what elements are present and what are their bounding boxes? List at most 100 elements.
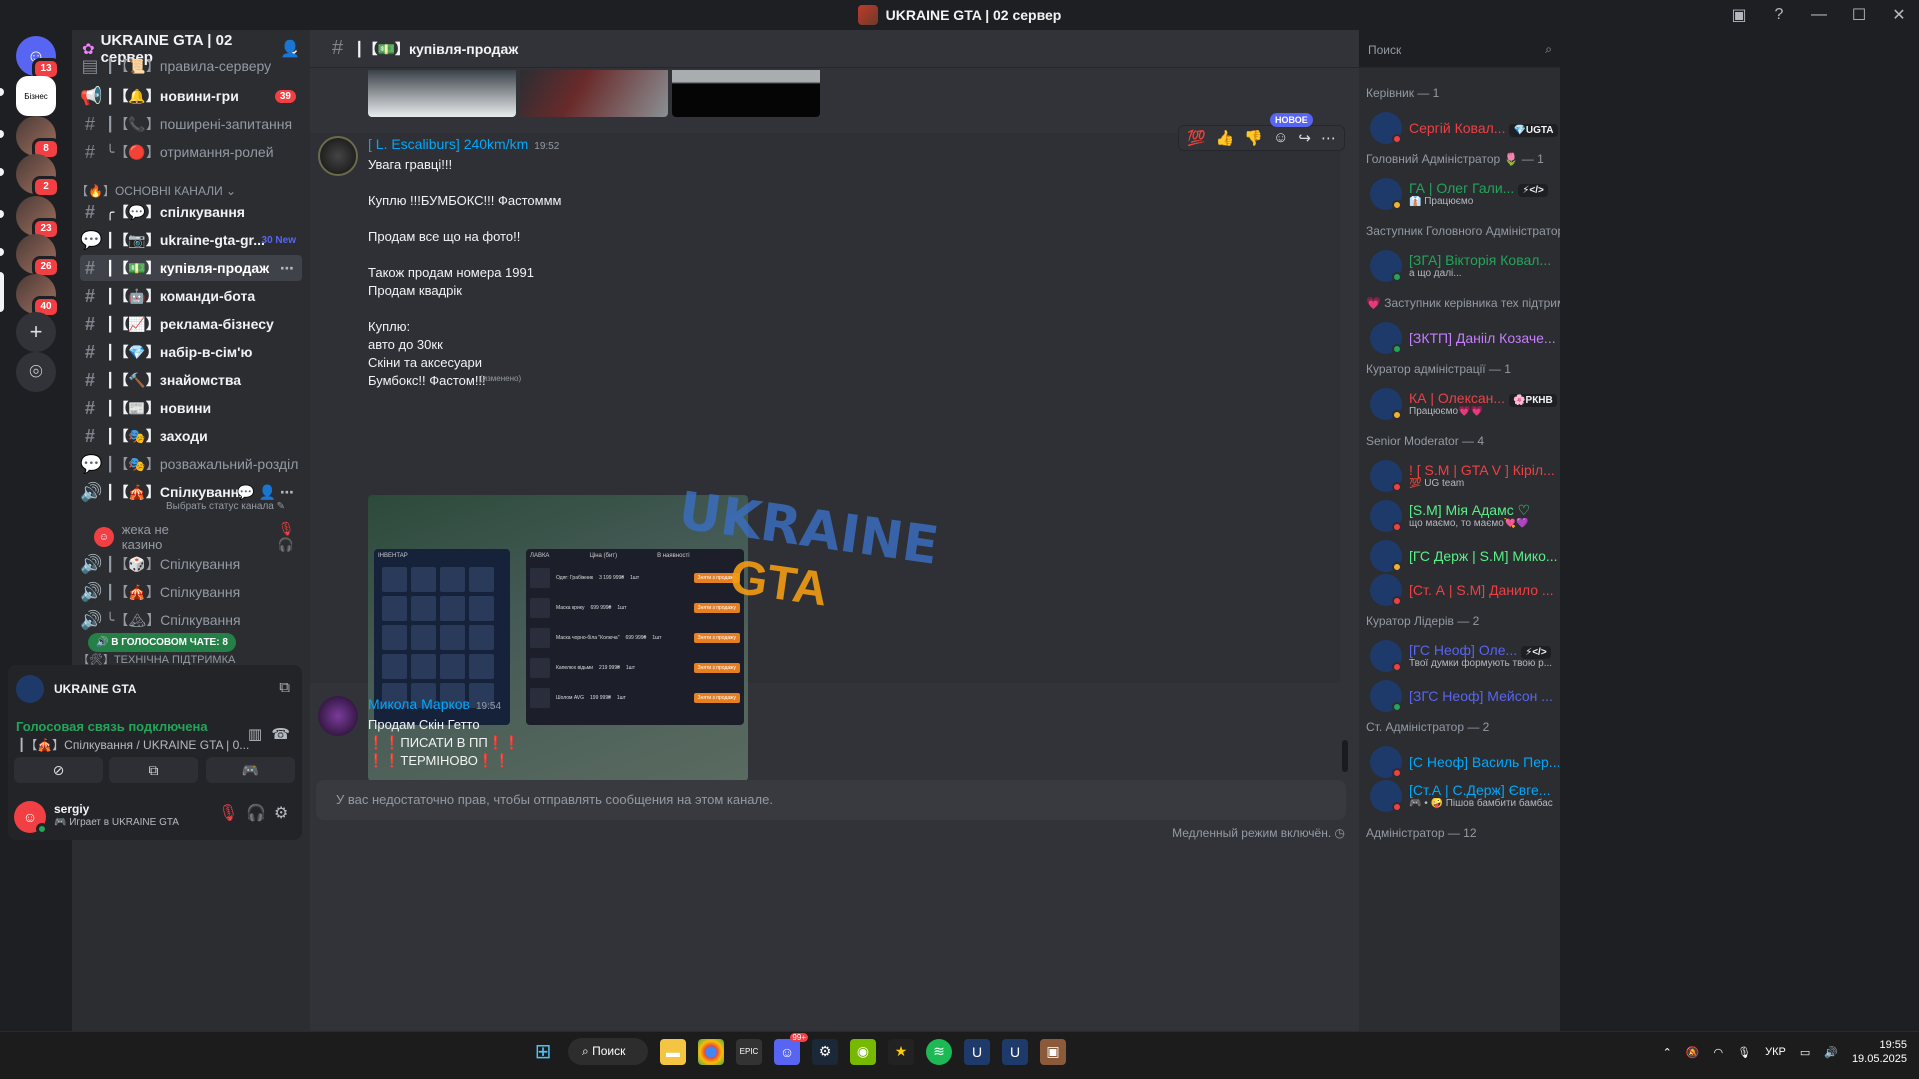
avatar[interactable]	[318, 136, 358, 176]
channel-status[interactable]: Выбрать статус канала ✎	[166, 501, 285, 512]
epic-games-icon[interactable]: EPIC	[736, 1038, 762, 1065]
emoji-icon[interactable]: ☺	[1273, 129, 1288, 147]
clock[interactable]: 19:55 19.05.2025	[1852, 1038, 1907, 1066]
server-icon-4[interactable]: 26	[16, 234, 60, 278]
image-thumb[interactable]	[672, 70, 820, 117]
member-item[interactable]: [ЗГС Неоф] Мейсон ...	[1366, 676, 1558, 716]
home-button[interactable]: ☺ 13	[16, 36, 60, 80]
thumbs-up-icon[interactable]: 👍	[1216, 129, 1235, 147]
channel-item[interactable]: 💬 ┃【📷】ukraine-gta-gr... 30 New	[80, 227, 302, 253]
member-item[interactable]: КА | Олексан... 🌸РКНВ Працюємо💗💗	[1366, 384, 1558, 424]
channel-item[interactable]: # ┃【🔨】знайомства	[80, 367, 302, 393]
language-indicator[interactable]: УКР	[1765, 1046, 1786, 1058]
more-icon[interactable]: ⋯	[1321, 129, 1336, 147]
boost-icon: ✿	[82, 41, 95, 58]
member-status-text: 💯 UG team	[1409, 478, 1465, 489]
camera-button[interactable]: ⊘	[14, 757, 103, 783]
help-icon[interactable]: ?	[1759, 6, 1799, 24]
taskbar-search[interactable]: ⌕ Поиск	[568, 1038, 648, 1065]
author-name[interactable]: [ L. Escaliburs] 240km/km 19:52	[368, 136, 559, 152]
discover-icon[interactable]: ⌾	[16, 352, 56, 392]
discord-icon[interactable]: ☺ 99+	[774, 1032, 808, 1065]
connection-status[interactable]: Голосовая связь подключена	[16, 719, 208, 734]
server-icon-active[interactable]: 40	[16, 274, 60, 318]
spotify-icon[interactable]: ≋	[926, 1038, 952, 1065]
minimize-button[interactable]: —	[1799, 6, 1839, 24]
invite-icon[interactable]: 👤	[280, 39, 300, 59]
member-item[interactable]: ГА | Олег Гали... ⚡</> 👔 Працюємо	[1366, 174, 1558, 214]
voice-chat-chip[interactable]: 🔊 В ГОЛОСОВОМ ЧАТЕ: 8	[88, 633, 236, 652]
steam-icon[interactable]: ⚙	[812, 1038, 838, 1065]
server-biznes[interactable]: Бізнес	[16, 76, 56, 116]
image-thumb[interactable]	[368, 70, 516, 117]
voice-channel[interactable]: 🔊 ┃【🎪】Спілкування	[80, 579, 302, 605]
reaction-100-icon[interactable]: 💯	[1187, 129, 1206, 147]
explorer-icon[interactable]: ▬	[660, 1038, 686, 1065]
voice-channel[interactable]: 🔊 ┃【🎲】Спілкування	[80, 551, 302, 577]
screen-icon[interactable]: ⧉	[279, 679, 290, 696]
tray-arrow-icon[interactable]: ⌃	[1663, 1046, 1672, 1059]
member-item[interactable]: ! [ S.M | GTA V ] Кіріл... 💯 UG team	[1366, 456, 1558, 496]
channel-item[interactable]: # ┃【🎭】заходи	[80, 423, 302, 449]
channel-item[interactable]: # ┃【🤖】команди-бота	[80, 283, 302, 309]
author-name[interactable]: Микола Марков 19:54	[368, 696, 501, 712]
screenshare-button[interactable]: ⧉	[109, 757, 198, 783]
connection-location[interactable]: ┃【🎪】Спілкування / UKRAINE GTA | 0...	[18, 736, 249, 753]
mic-icon[interactable]: 🎙	[1737, 1046, 1751, 1059]
soundboard-icon[interactable]: ▥	[248, 725, 262, 743]
rockstar-icon[interactable]: ★	[888, 1038, 914, 1065]
ugta-launcher-icon[interactable]: U	[1002, 1038, 1028, 1065]
add-server-button[interactable]: +	[16, 312, 56, 352]
server-icon-1[interactable]: 8	[16, 116, 60, 160]
start-button[interactable]: ⊞	[530, 1039, 556, 1065]
thumbs-down-icon[interactable]: 👎	[1244, 129, 1263, 147]
disconnect-icon[interactable]: ☎	[271, 725, 290, 743]
channel-item[interactable]: 💬 ┃【🎭】розважальний-розділ	[80, 451, 302, 477]
member-item[interactable]: Сергій Ковал... 💎UGTA	[1366, 108, 1558, 148]
maximize-button[interactable]: ☐	[1839, 5, 1879, 25]
inbox-icon[interactable]: ▣	[1719, 5, 1759, 25]
reply-icon[interactable]: ↪	[1298, 129, 1311, 147]
settings-gear-icon[interactable]: ⚙	[274, 803, 288, 823]
member-item[interactable]: [Ст.А | С.Держ] Євге... 🎮 • 🤪 Пішов бамби…	[1366, 776, 1558, 816]
member-item[interactable]: [ЗГА] Вікторія Ковал... а що далі...	[1366, 246, 1558, 286]
member-item[interactable]: [ГС Неоф] Оле... ⚡</> Твої думки формують …	[1366, 636, 1558, 676]
notifications-off-icon[interactable]: 🔕	[1686, 1046, 1700, 1059]
category-header[interactable]: 【🔥】ОСНОВНІ КАНАЛИ ⌄	[76, 182, 236, 199]
voice-channel-actions[interactable]: 💬 👤 ⋯	[237, 484, 294, 501]
chrome-icon[interactable]	[698, 1038, 724, 1065]
channel-item[interactable]: # ┃【💎】набір-в-сім'ю	[80, 339, 302, 365]
channel-item[interactable]: ▤ ┃【📜】правила-серверу	[80, 58, 302, 74]
voice-channel[interactable]: 🔊 ╰【🏔】Спілкування	[80, 607, 302, 633]
avatar[interactable]	[318, 696, 358, 736]
channel-item[interactable]: # ╭【💬】спілкування	[80, 199, 302, 225]
member-item[interactable]: [Ст. А | S.M] Данило ...	[1366, 570, 1558, 610]
server-icon-3[interactable]: 23	[16, 196, 60, 240]
member-role-header: Головний Адміністратор 🌷 — 1	[1366, 152, 1544, 166]
image-thumb[interactable]	[520, 70, 668, 117]
username[interactable]: sergiy	[54, 802, 89, 816]
channel-item[interactable]: # ┃【📰】новини	[80, 395, 302, 421]
volume-icon[interactable]: 🔊	[1824, 1046, 1838, 1059]
member-item[interactable]: [ЗКТП] Данііл Козаче...	[1366, 318, 1558, 358]
more-icon[interactable]: ⋯	[280, 260, 294, 277]
voice-user[interactable]: ☺ жека не казино 🎙🎧	[94, 521, 310, 553]
mute-icon[interactable]: 🎙	[218, 803, 238, 823]
server-icon-2[interactable]: 2	[16, 154, 60, 198]
channel-item[interactable]: # ┃【📈】реклама-бізнесу	[80, 311, 302, 337]
deafen-icon[interactable]: 🎧	[246, 803, 266, 823]
ugta-icon[interactable]: U	[964, 1038, 990, 1065]
search-input[interactable]: Поиск ⌕	[1362, 38, 1558, 62]
channel-item-selected[interactable]: # ┃【💵】купівля-продаж ⋯	[80, 255, 302, 281]
nvidia-icon[interactable]: ◉	[850, 1038, 876, 1065]
close-button[interactable]: ✕	[1879, 5, 1919, 25]
wifi-icon[interactable]: ◠	[1714, 1046, 1724, 1059]
channel-item[interactable]: 📢 ┃【🔔】новини-гри 39	[80, 83, 302, 109]
game-icon[interactable]: ▣	[1040, 1038, 1066, 1065]
channel-item[interactable]: # ╰【🔴】отримання-ролей	[80, 139, 302, 165]
member-item[interactable]: [S.M] Мія Адамс ♡ що маємо, то маємо💘💜	[1366, 496, 1558, 536]
channel-item[interactable]: # ┃【📞】поширені-запитання	[80, 111, 302, 137]
activity-button[interactable]: 🎮	[206, 757, 295, 783]
display-icon[interactable]: ▭	[1800, 1046, 1810, 1059]
scrollbar[interactable]	[1342, 740, 1348, 772]
